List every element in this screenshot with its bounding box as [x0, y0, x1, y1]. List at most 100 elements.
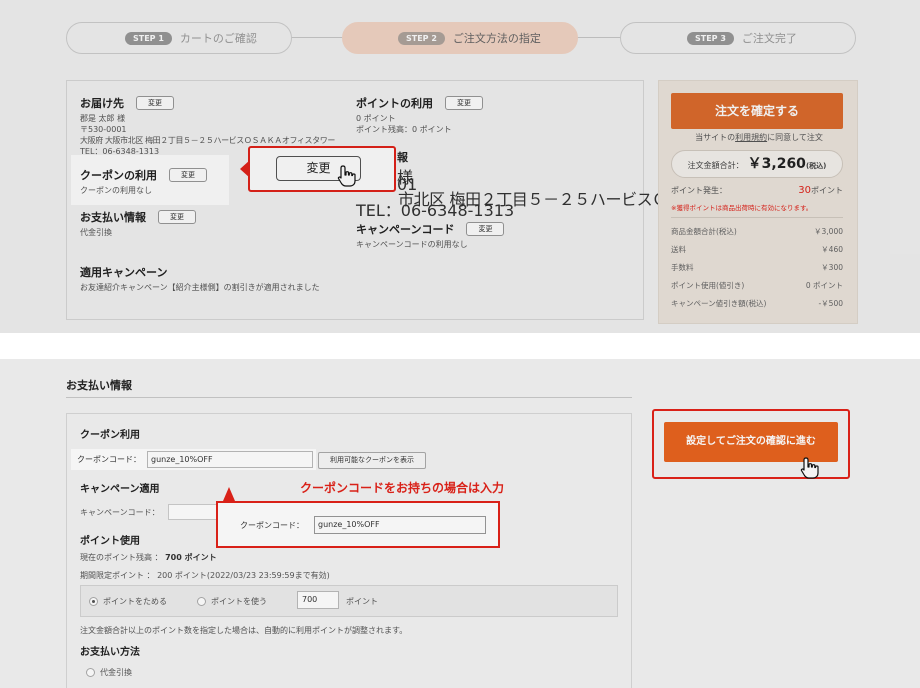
summary-row-label: ポイント使用(値引き) — [671, 281, 745, 290]
total-label: 注文金額合計： — [687, 161, 744, 170]
coupon-annotation: クーポンコードをお持ちの場合は入力 — [300, 481, 505, 495]
step-3-label: ご注文完了 — [741, 32, 797, 45]
total-tax: (税込) — [805, 162, 827, 170]
payment-method: 代金引換 — [80, 228, 112, 237]
step-3: STEP 3 ご注文完了 — [620, 22, 856, 54]
terms-post: に同意して注文 — [767, 133, 823, 142]
confirm-order-button[interactable]: 注文を確定する — [671, 93, 843, 129]
points-heading: ポイント使用 — [80, 536, 140, 547]
use-points-radio[interactable] — [197, 597, 206, 606]
delivery-address: 大阪府 大阪市北区 梅田２丁目５－２５ハービスＯＳＡＫＡオフィスタワー — [80, 136, 335, 145]
section-title: お支払い情報 — [66, 379, 132, 392]
save-points-label: ポイントをためる — [103, 597, 167, 606]
points-amount-unit: ポイント — [346, 597, 378, 606]
total-value: ￥3,260 — [747, 156, 806, 172]
terms-agreement: 当サイトの利用規約に同意して注文 — [659, 132, 859, 143]
cod-label: 代金引換 — [100, 668, 132, 677]
limited-points: 期間限定ポイント ： 200 ポイント(2022/03/23 23:59:59ま… — [80, 571, 330, 580]
coupon-label: クーポンコード： — [77, 455, 141, 464]
coupon-status: クーポンの利用なし — [80, 186, 152, 195]
step-1: STEP 1 カートのご確認 — [66, 22, 292, 54]
coupon-zoom-callout: クーポンコード： gunze_10%OFF — [216, 501, 500, 548]
summary-row-value: ￥300 — [821, 263, 843, 272]
points-block: ポイントの利用 変更 0 ポイント ポイント残高：0 ポイント — [356, 95, 483, 135]
points-earned-value: 30 — [798, 185, 811, 196]
coupon-title: クーポンの利用 — [80, 169, 157, 182]
payment-title: お支払い情報 — [80, 211, 146, 224]
summary-row-label: キャンペーン値引き額(税込) — [671, 299, 767, 308]
order-review-panel: STEP 1 カートのご確認 STEP 2 ご注文方法の指定 STEP 3 ご注… — [0, 0, 920, 333]
summary-row-label: 手数料 — [671, 263, 694, 272]
summary-row-value: ￥460 — [821, 245, 843, 254]
step-1-label: カートのご確認 — [179, 32, 257, 45]
summary-row-value: 0 ポイント — [805, 281, 843, 290]
orderer-title-block: 報 — [397, 149, 408, 165]
campaign-code-change-button[interactable]: 変更 — [466, 222, 505, 236]
step-2-label: ご注文方法の指定 — [452, 32, 541, 45]
summary-row-value: -￥500 — [818, 299, 843, 308]
points-earned-label: ポイント発生： — [671, 186, 727, 195]
summary-row-label: 商品金額合計(税込) — [671, 227, 737, 236]
applied-campaign-text: お友達紹介キャンペーン【紹介主様側】の割引きが適用されました — [80, 283, 320, 292]
points-balance-row: 現在のポイント残高 ： 700 ポイント — [80, 552, 217, 563]
step-2-badge: STEP 2 — [398, 31, 445, 45]
campaign-code-block: キャンペーンコード 変更 キャンペーンコードの利用なし — [356, 221, 505, 250]
summary-row-label: 送料 — [671, 245, 686, 254]
points-change-button[interactable]: 変更 — [445, 96, 483, 110]
summary-row-points: ポイント使用(値引き) 0 ポイント — [671, 280, 843, 291]
points-used: 0 ポイント — [356, 114, 396, 123]
zoom-pointer — [223, 487, 235, 501]
campaign-input[interactable] — [168, 504, 218, 520]
step-1-badge: STEP 1 — [125, 31, 172, 45]
payment-block: お支払い情報 変更 代金引換 — [80, 209, 196, 238]
points-title: ポイントの利用 — [356, 97, 433, 110]
coupon-row: クーポンコード： gunze_10%OFF — [71, 449, 316, 470]
summary-divider — [671, 217, 843, 218]
payment-change-button[interactable]: 変更 — [158, 210, 196, 224]
coupon-change-callout: 変更 — [240, 146, 396, 192]
delivery-name: 郡是 太郎 様 — [80, 114, 126, 123]
zoom-coupon-label: クーポンコード： — [240, 521, 304, 530]
use-points-label: ポイントを使う — [211, 597, 267, 606]
step-2: STEP 2 ご注文方法の指定 — [342, 22, 578, 54]
applied-campaign-title: 適用キャンペーン — [80, 266, 168, 279]
coupon-heading: クーポン利用 — [80, 430, 140, 441]
section-divider — [66, 397, 632, 398]
order-summary: 注文を確定する 当サイトの利用規約に同意して注文 注文金額合計： ￥3,260(税… — [658, 80, 858, 324]
callout-pointer — [240, 160, 250, 178]
hand-cursor-icon — [800, 457, 819, 479]
save-points-radio[interactable] — [89, 597, 98, 606]
points-balance-value: 700 ポイント — [165, 553, 217, 562]
points-adjust-note: 注文金額合計以上のポイント数を指定した場合は、自動的に利用ポイントが調整されます… — [80, 626, 408, 635]
delivery-zip: 〒530-0001 — [80, 125, 127, 134]
terms-link[interactable]: 利用規約 — [735, 133, 767, 142]
orderer-title: 報 — [397, 151, 408, 164]
show-coupons-button[interactable]: 利用可能なクーポンを表示 — [318, 452, 426, 469]
points-balance: ポイント残高：0 ポイント — [356, 125, 452, 134]
campaign-heading: キャンペーン適用 — [80, 484, 160, 495]
points-balance-label: 現在のポイント残高 ： — [80, 553, 163, 562]
campaign-code-status: キャンペーンコードの利用なし — [356, 240, 468, 249]
zoom-coupon-input[interactable]: gunze_10%OFF — [314, 516, 486, 534]
points-amount-input[interactable]: 700 — [297, 591, 339, 609]
coupon-change-button[interactable]: 変更 — [169, 168, 207, 182]
delivery-title: お届け先 — [80, 97, 124, 110]
hand-cursor-icon — [337, 165, 356, 187]
coupon-block: クーポンの利用 変更 クーポンの利用なし — [80, 167, 207, 196]
campaign-code-title: キャンペーンコード — [356, 223, 455, 236]
summary-row-fee: 手数料 ￥300 — [671, 262, 843, 273]
payment-settings-panel: お支払い情報 クーポン利用 クーポンコード： gunze_10%OFF 利用可能… — [0, 359, 920, 688]
cod-radio[interactable] — [86, 668, 95, 677]
points-earned-row: ポイント発生： 30ポイント — [671, 185, 843, 196]
delivery-change-button[interactable]: 変更 — [136, 96, 174, 110]
points-note: ※獲得ポイントは商品出荷時に有効になります。 — [671, 204, 813, 212]
order-total: 注文金額合計： ￥3,260(税込) — [671, 150, 843, 178]
summary-row-value: ￥3,000 — [814, 227, 843, 236]
applied-campaign-block: 適用キャンペーン お友達紹介キャンペーン【紹介主様側】の割引きが適用されました — [80, 264, 320, 293]
coupon-input[interactable]: gunze_10%OFF — [147, 451, 313, 468]
terms-pre: 当サイトの — [695, 133, 736, 142]
summary-row-shipping: 送料 ￥460 — [671, 244, 843, 255]
summary-row-campaign: キャンペーン値引き額(税込) -￥500 — [671, 298, 843, 309]
step-3-badge: STEP 3 — [687, 31, 734, 45]
campaign-label: キャンペーンコード： — [80, 508, 160, 517]
